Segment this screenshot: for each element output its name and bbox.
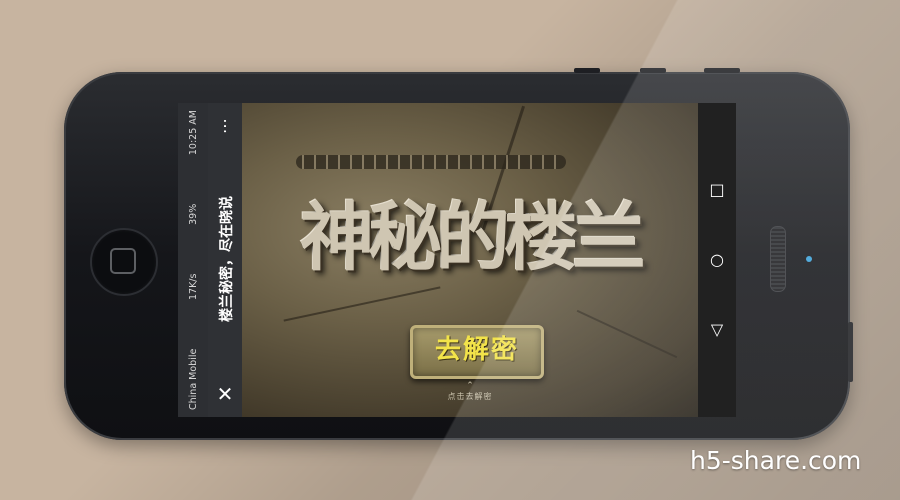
close-icon[interactable]: ✕ <box>212 379 238 409</box>
network-speed: 17K/s <box>187 273 199 301</box>
watermark: h5-share.com <box>690 446 862 475</box>
clock: 10:25 AM <box>187 110 199 156</box>
camera-dot <box>806 256 812 262</box>
up-arrow-icon: ⌃ <box>466 381 474 391</box>
decode-button[interactable]: 去解密 <box>410 325 544 379</box>
physical-home-button[interactable] <box>90 228 158 296</box>
more-vertical-icon[interactable]: ⋯ <box>212 113 238 139</box>
status-text-row: China Mobile 17K/s 39% 10:25 AM <box>186 110 200 410</box>
recent-apps-icon[interactable]: □ <box>706 179 728 201</box>
volume-button <box>574 68 600 73</box>
stone-crack <box>576 309 678 359</box>
volume-button <box>640 68 666 73</box>
status-bar: China Mobile 17K/s 39% 10:25 AM <box>178 103 208 417</box>
phone-screen: China Mobile 17K/s 39% 10:25 AM ⋯ 楼兰秘密，尽… <box>178 103 736 417</box>
title-bar: ⋯ 楼兰秘密，尽在晓说 ✕ <box>208 103 242 417</box>
headline: 神秘的楼兰 <box>300 195 646 281</box>
side-button <box>848 322 853 382</box>
hint-text: 点击去解密 <box>447 392 493 401</box>
carrier-name: China Mobile <box>187 348 199 410</box>
back-icon[interactable]: ▽ <box>706 319 728 341</box>
battery-level: 39% <box>187 203 199 225</box>
speaker-grille <box>770 226 786 292</box>
home-square-icon <box>110 248 136 274</box>
ornament-border <box>296 155 566 169</box>
home-icon[interactable]: ○ <box>706 249 728 271</box>
android-nav-bar: □ ○ ▽ <box>698 103 736 417</box>
game-content: 神秘的楼兰 去解密 ⌃ 点击去解密 <box>242 103 698 417</box>
power-button <box>704 68 740 73</box>
page-title: 楼兰秘密，尽在晓说 <box>219 196 235 322</box>
